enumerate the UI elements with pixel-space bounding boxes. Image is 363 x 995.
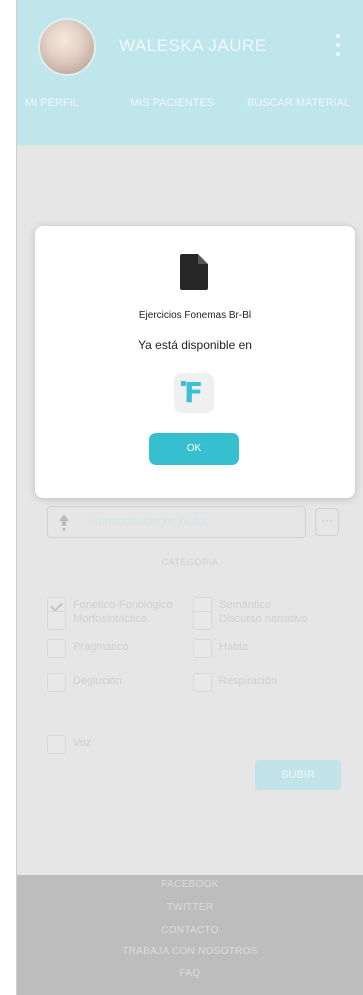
app-screen: WALESKA JAURE MI PERFIL MIS PACIENTES BU… bbox=[16, 0, 363, 995]
app-logo-icon: F bbox=[174, 373, 214, 413]
logo-letter: F bbox=[184, 376, 204, 409]
dialog-title: Ejercicios Fonemas Br-Bl bbox=[138, 310, 252, 321]
dialog-message: Ya está disponible en bbox=[138, 338, 252, 352]
availability-dialog: Ejercicios Fonemas Br-Bl Ya está disponi… bbox=[35, 226, 355, 498]
ok-button[interactable]: OK bbox=[149, 433, 239, 465]
document-icon bbox=[180, 254, 208, 290]
